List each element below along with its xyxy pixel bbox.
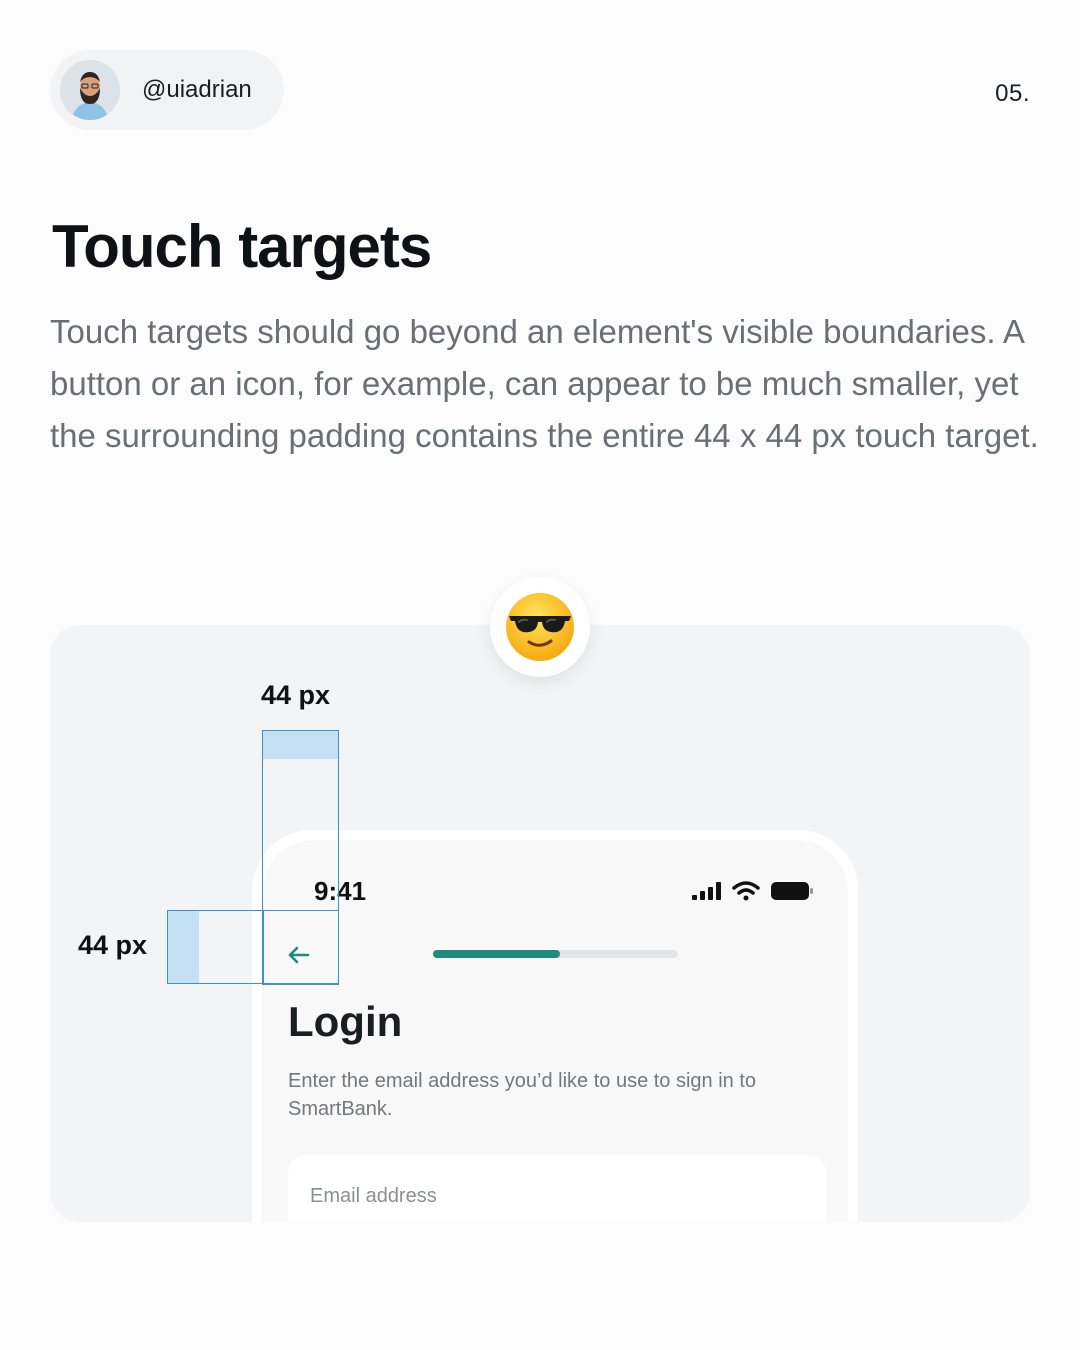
status-icons: [692, 880, 814, 902]
phone-screen: 9:41 Login Enter the email address you’d…: [262, 840, 848, 1222]
battery-icon: [771, 882, 813, 900]
page-number: 05.: [995, 80, 1030, 107]
signal-icon: [692, 882, 721, 900]
emoji-badge: [490, 577, 590, 677]
page-title: Touch targets: [52, 213, 432, 280]
progress-fill: [433, 950, 561, 958]
login-description: Enter the email address you’d like to us…: [288, 1070, 757, 1120]
vertical-padding-fill: [263, 731, 338, 759]
email-field[interactable]: Email address: [288, 1155, 826, 1222]
progress-bar: [433, 950, 678, 958]
page-description: Touch targets should go beyond an elemen…: [50, 313, 1039, 454]
sunglasses-emoji-icon: [506, 593, 574, 661]
email-placeholder: Email address: [310, 1185, 437, 1207]
author-pill[interactable]: @uiadrian: [50, 50, 284, 130]
avatar-illustration: [60, 60, 120, 120]
login-title: Login: [288, 998, 403, 1045]
wifi-icon: [732, 881, 760, 901]
horizontal-padding-fill: [168, 911, 199, 983]
target-divider: [262, 911, 264, 983]
horizontal-touch-target-guide: [167, 910, 339, 984]
avatar: [60, 60, 120, 120]
author-handle: @uiadrian: [142, 76, 252, 103]
horizontal-size-label: 44 px: [78, 930, 148, 960]
illustration-card: 9:41 Login Enter the email address you’d…: [50, 625, 1030, 1222]
vertical-size-label: 44 px: [261, 680, 331, 710]
phone-mockup: 9:41 Login Enter the email address you’d…: [252, 830, 858, 1222]
